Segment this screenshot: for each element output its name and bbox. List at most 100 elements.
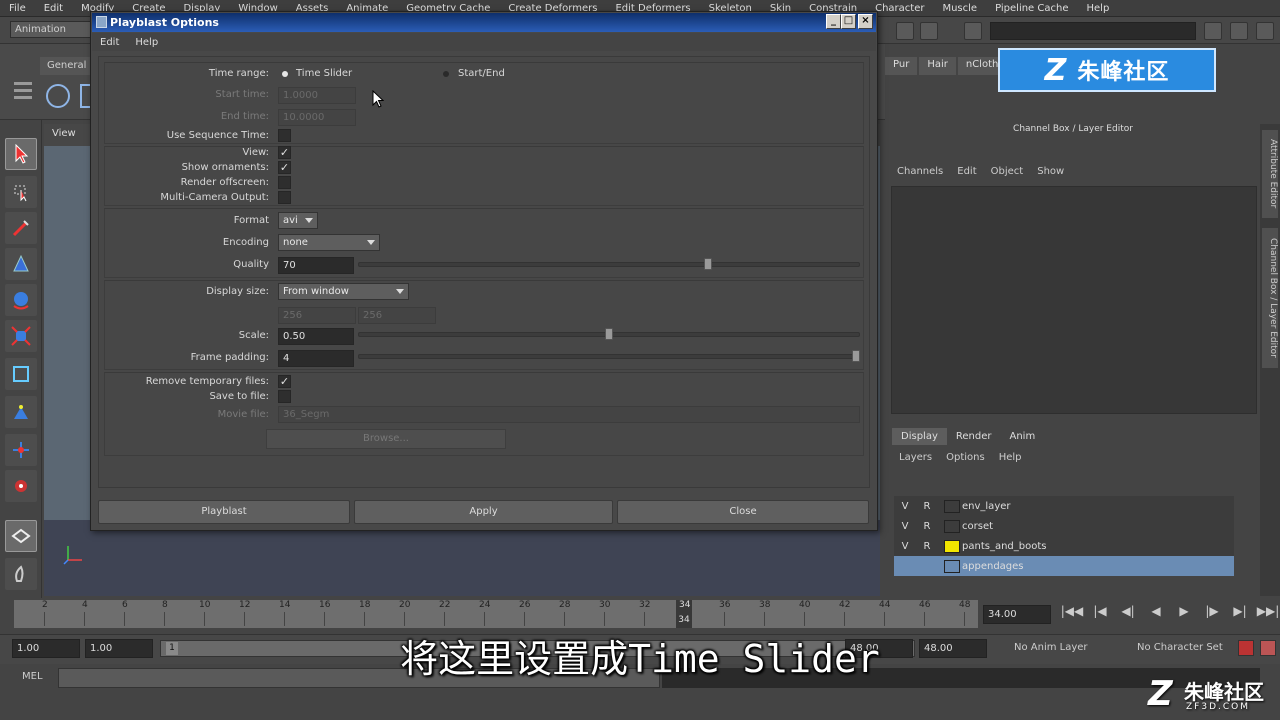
use-sequence-time-checkbox[interactable] <box>278 129 291 142</box>
layer-color-swatch[interactable] <box>944 499 960 513</box>
save-to-file-checkbox[interactable] <box>278 390 291 403</box>
shelf-menu-icon[interactable] <box>14 82 32 110</box>
nurbs-circle-icon[interactable] <box>46 84 70 108</box>
step-forward-key-icon[interactable]: |▶ <box>1198 604 1226 618</box>
go-to-end-icon[interactable]: ▶▶| <box>1254 604 1280 618</box>
layer-render-toggle[interactable]: R <box>916 521 938 532</box>
scale-field[interactable]: 0.50 <box>278 328 354 345</box>
layer-visibility-toggle[interactable]: V <box>894 521 916 532</box>
soft-modification-icon[interactable] <box>5 396 37 428</box>
quality-slider[interactable] <box>358 262 860 267</box>
display-height-field[interactable]: 256 <box>358 307 436 324</box>
encoding-dropdown[interactable]: none <box>278 234 380 251</box>
panel-toggle-icon[interactable] <box>1256 22 1274 40</box>
remove-temp-checkbox[interactable]: ✓ <box>278 375 291 388</box>
layer-row[interactable]: V R pants_and_boots <box>894 536 1234 556</box>
menu-help[interactable]: Help <box>999 452 1022 463</box>
view-checkbox[interactable]: ✓ <box>278 146 291 159</box>
menu-help[interactable]: Help <box>135 37 158 48</box>
format-dropdown[interactable]: avi <box>278 212 318 229</box>
lasso-tool-icon[interactable] <box>5 176 37 208</box>
render-offscreen-checkbox[interactable] <box>278 176 291 189</box>
current-frame-field[interactable]: 34.00 <box>983 605 1051 624</box>
menu-help[interactable]: Help <box>1078 3 1119 14</box>
radio-start-end[interactable] <box>443 71 449 77</box>
layer-render-toggle[interactable]: R <box>916 541 938 552</box>
frame-padding-slider[interactable] <box>358 354 860 359</box>
viewport-menu-view[interactable]: View <box>52 128 76 139</box>
menu-muscle[interactable]: Muscle <box>933 3 986 14</box>
start-time-field[interactable]: 1.0000 <box>278 87 356 104</box>
quality-field[interactable]: 70 <box>278 257 354 274</box>
playblast-button[interactable]: Playblast <box>98 500 350 524</box>
display-width-field[interactable]: 256 <box>278 307 356 324</box>
tab-render[interactable]: Render <box>947 428 1001 445</box>
apply-button[interactable]: Apply <box>354 500 613 524</box>
step-back-key-icon[interactable]: ◀| <box>1114 604 1142 618</box>
play-forwards-icon[interactable]: ▶ <box>1170 604 1198 618</box>
menu-file[interactable]: File <box>0 3 35 14</box>
tab-display[interactable]: Display <box>892 428 947 445</box>
show-ornaments-checkbox[interactable]: ✓ <box>278 161 291 174</box>
play-backwards-icon[interactable]: ◀ <box>1142 604 1170 618</box>
shelf-tab-general[interactable]: General <box>40 57 92 75</box>
menu-pipeline-cache[interactable]: Pipeline Cache <box>986 3 1077 14</box>
menu-set-dropdown[interactable]: Animation <box>10 21 95 38</box>
end-time-field[interactable]: 10.0000 <box>278 109 356 126</box>
time-slider-track[interactable] <box>14 600 978 628</box>
panel-toggle-icon[interactable] <box>1230 22 1248 40</box>
layer-color-swatch[interactable] <box>944 519 960 533</box>
select-tool-icon[interactable] <box>5 138 37 170</box>
tab-anim[interactable]: Anim <box>1000 428 1044 445</box>
radio-time-slider-label[interactable]: Time Slider <box>296 68 352 79</box>
snap-icon[interactable] <box>896 22 914 40</box>
paint-select-tool-icon[interactable] <box>5 212 37 244</box>
menu-edit[interactable]: Edit <box>957 166 976 177</box>
menu-layers[interactable]: Layers <box>899 452 932 463</box>
menu-edit[interactable]: Edit <box>35 3 72 14</box>
step-forward-frame-icon[interactable]: ▶| <box>1226 604 1254 618</box>
display-size-dropdown[interactable]: From window <box>278 283 409 300</box>
universal-manipulator-icon[interactable] <box>5 358 37 390</box>
history-icon[interactable] <box>920 22 938 40</box>
layer-row[interactable]: appendages <box>894 556 1234 576</box>
close-window-button[interactable]: × <box>858 14 873 29</box>
dialog-titlebar[interactable]: Playblast Options <box>92 13 876 32</box>
channel-list[interactable] <box>891 186 1257 414</box>
browse-button[interactable]: Browse... <box>266 429 506 449</box>
movie-file-field[interactable]: 36_Segm <box>278 406 860 423</box>
last-tool-icon[interactable] <box>5 470 37 502</box>
shelf-tab[interactable]: Pur <box>885 57 918 75</box>
window-app-icon[interactable] <box>96 16 107 28</box>
maximize-button[interactable]: □ <box>841 14 856 29</box>
quality-slider-thumb[interactable] <box>703 258 712 270</box>
rotate-tool-icon[interactable] <box>5 284 37 316</box>
go-to-start-icon[interactable]: |◀◀ <box>1058 604 1086 618</box>
menu-channels[interactable]: Channels <box>897 166 943 177</box>
outliner-icon[interactable] <box>5 558 37 590</box>
frame-padding-field[interactable]: 4 <box>278 350 354 367</box>
close-button[interactable]: Close <box>617 500 869 524</box>
menu-options[interactable]: Options <box>946 452 985 463</box>
shelf-tab[interactable]: Hair <box>919 57 956 75</box>
layer-row[interactable]: V R corset <box>894 516 1234 536</box>
menu-show[interactable]: Show <box>1037 166 1064 177</box>
layer-visibility-toggle[interactable]: V <box>894 541 916 552</box>
panel-toggle-icon[interactable] <box>1204 22 1222 40</box>
menu-object[interactable]: Object <box>991 166 1024 177</box>
show-manipulator-icon[interactable] <box>5 434 37 466</box>
tab-attribute-editor[interactable]: Attribute Editor <box>1262 130 1278 218</box>
minimize-button[interactable]: _ <box>826 14 841 29</box>
scale-tool-icon[interactable] <box>5 320 37 352</box>
layout-single-icon[interactable] <box>5 520 37 552</box>
layer-row[interactable]: V R env_layer <box>894 496 1234 516</box>
scale-slider-thumb[interactable] <box>605 328 613 340</box>
layer-visibility-toggle[interactable]: V <box>894 501 916 512</box>
move-tool-icon[interactable] <box>5 248 37 280</box>
radio-start-end-label[interactable]: Start/End <box>458 68 505 79</box>
quick-select-field[interactable] <box>990 22 1196 40</box>
input-field-icon[interactable] <box>964 22 982 40</box>
tab-channel-box[interactable]: Channel Box / Layer Editor <box>1262 228 1278 368</box>
radio-time-slider[interactable] <box>282 71 288 77</box>
layer-color-swatch[interactable] <box>944 559 960 573</box>
